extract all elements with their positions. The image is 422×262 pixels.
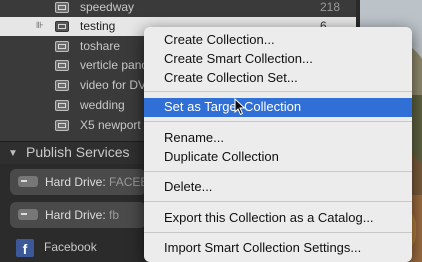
collection-folder-icon bbox=[55, 100, 69, 111]
service-detail: fb bbox=[109, 208, 120, 222]
menu-item-import-smart-collection-settings[interactable]: Import Smart Collection Settings... bbox=[144, 239, 412, 258]
menu-item-delete[interactable]: Delete... bbox=[144, 178, 412, 197]
publish-service-facebook[interactable]: f Facebook bbox=[0, 232, 144, 262]
publish-service-hard-drive-fb[interactable]: Hard Drive: fb bbox=[10, 202, 146, 228]
menu-item-label: Duplicate Collection bbox=[164, 149, 279, 164]
menu-item-label: Import Smart Collection Settings... bbox=[164, 240, 362, 255]
disclosure-triangle-icon[interactable]: ▼ bbox=[8, 148, 18, 159]
collection-folder-icon bbox=[55, 21, 69, 32]
menu-item-create-collection-set[interactable]: Create Collection Set... bbox=[144, 69, 412, 88]
menu-item-rename[interactable]: Rename... bbox=[144, 129, 412, 148]
menu-item-label: Create Collection Set... bbox=[164, 70, 298, 85]
collection-folder-icon bbox=[55, 41, 69, 52]
menu-item-label: Delete... bbox=[164, 179, 213, 194]
menu-separator bbox=[144, 201, 412, 202]
menu-separator bbox=[144, 171, 412, 172]
menu-item-label: Export this Collection as a Catalog... bbox=[164, 210, 374, 225]
menu-item-set-as-target-collection[interactable]: Set as Target Collection bbox=[144, 98, 412, 117]
collection-name: speedway bbox=[80, 0, 135, 14]
collection-folder-icon bbox=[55, 120, 69, 131]
context-menu: Create Collection... Create Smart Collec… bbox=[144, 27, 412, 262]
collection-name: testing bbox=[80, 19, 116, 33]
publish-service-hard-drive-facebook[interactable]: Hard Drive: FACEBOOK bbox=[10, 169, 175, 195]
menu-item-export-as-catalog[interactable]: Export this Collection as a Catalog... bbox=[144, 209, 412, 228]
collection-folder-icon bbox=[55, 80, 69, 91]
menu-item-label: Set as Target Collection bbox=[164, 99, 302, 114]
mouse-cursor-icon bbox=[234, 98, 246, 116]
service-name: Hard Drive bbox=[45, 208, 103, 222]
menu-item-create-collection[interactable]: Create Collection... bbox=[144, 31, 412, 50]
hard-drive-icon bbox=[18, 176, 38, 187]
collection-name: wedding bbox=[80, 98, 125, 112]
collection-name: verticle panoramas bbox=[80, 58, 148, 72]
collection-folder-icon bbox=[55, 2, 69, 13]
menu-separator bbox=[144, 121, 412, 122]
publish-service-label: Hard Drive: fb bbox=[45, 208, 119, 222]
lightroom-window: speedway 218 ⊪ testing 6 toshare verticl… bbox=[0, 0, 422, 262]
collection-name: video for DVD bbox=[80, 78, 148, 92]
collection-name: toshare bbox=[80, 39, 121, 53]
menu-item-label: Create Collection... bbox=[164, 32, 275, 47]
menu-item-create-smart-collection[interactable]: Create Smart Collection... bbox=[144, 50, 412, 69]
collection-count: 218 bbox=[320, 0, 341, 14]
facebook-icon: f bbox=[16, 239, 34, 257]
menu-separator bbox=[144, 91, 412, 92]
collection-row-speedway[interactable]: speedway 218 bbox=[0, 0, 356, 17]
publish-services-title: Publish Services bbox=[26, 144, 130, 160]
menu-item-label: Create Smart Collection... bbox=[164, 51, 313, 66]
service-name: Hard Drive bbox=[45, 175, 103, 189]
target-collection-icon: ⊪ bbox=[36, 20, 44, 30]
menu-separator bbox=[144, 232, 412, 233]
hard-drive-icon bbox=[18, 209, 38, 220]
facebook-label: Facebook bbox=[44, 240, 97, 254]
collection-folder-icon bbox=[55, 60, 69, 71]
menu-item-label: Rename... bbox=[164, 130, 224, 145]
collection-name: X5 newport bbox=[80, 118, 141, 132]
menu-item-duplicate-collection[interactable]: Duplicate Collection bbox=[144, 148, 412, 167]
